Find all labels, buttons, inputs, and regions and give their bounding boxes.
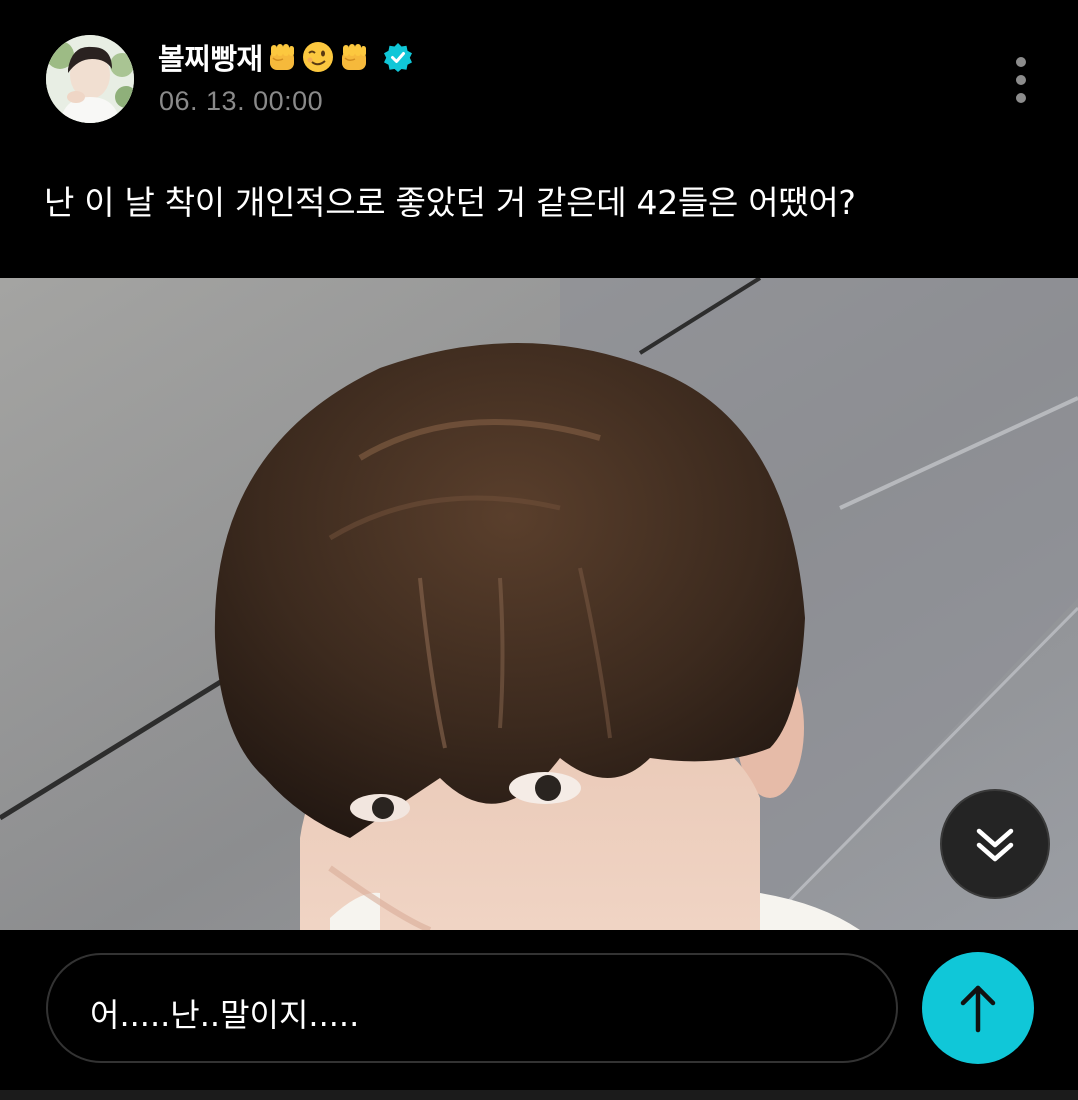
raised-fist-emoji-icon	[337, 40, 371, 74]
send-button[interactable]	[922, 952, 1034, 1064]
author-avatar[interactable]	[46, 35, 134, 123]
post-photo[interactable]	[0, 278, 1078, 930]
verified-badge-icon	[383, 42, 413, 72]
arrow-up-icon	[960, 985, 996, 1033]
winking-face-emoji-icon	[301, 40, 335, 74]
more-vertical-icon[interactable]	[1004, 55, 1038, 105]
double-chevron-down-icon	[976, 828, 1014, 862]
raised-fist-emoji-icon	[265, 40, 299, 74]
post-timestamp: 06. 13. 00:00	[159, 86, 324, 116]
author-name[interactable]: 볼찌빵재	[158, 36, 263, 78]
scroll-down-button[interactable]	[940, 789, 1050, 899]
author-row: 볼찌빵재	[158, 36, 413, 78]
system-nav-strip	[0, 1090, 1078, 1100]
post-text: 난 이 날 착이 개인적으로 좋았던 거 같은데 42들은 어땠어?	[44, 183, 856, 222]
post-header: 볼찌빵재 06. 13. 00:00	[0, 0, 1078, 150]
reply-input-value[interactable]: 어.....난..말이지.....	[90, 990, 359, 1036]
